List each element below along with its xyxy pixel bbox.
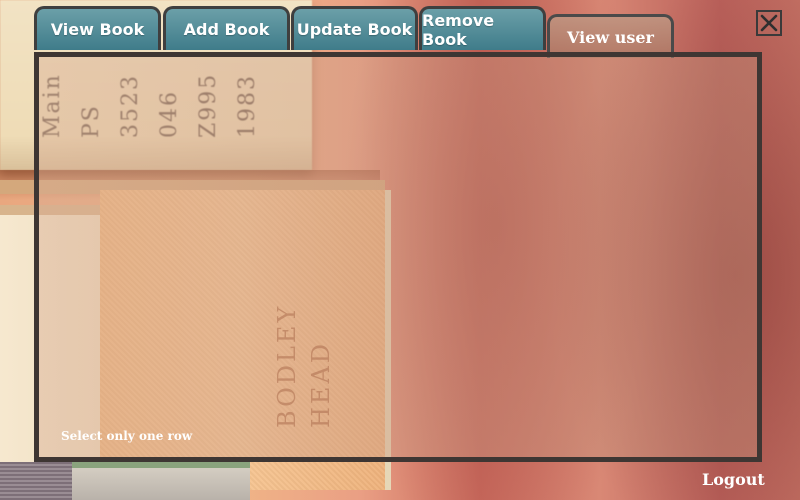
tab-view-book[interactable]: View Book <box>34 6 161 50</box>
tab-label: View user <box>567 28 654 47</box>
tab-label: Add Book <box>183 20 270 39</box>
tab-label: View Book <box>50 20 145 39</box>
close-button[interactable] <box>756 10 782 36</box>
book-bottom-cloth <box>0 462 72 500</box>
content-panel: Select only one row <box>34 52 762 462</box>
panel-overlay <box>39 57 757 457</box>
tab-remove-book[interactable]: Remove Book <box>419 6 546 50</box>
tab-label: Remove Book <box>422 10 495 49</box>
selection-hint: Select only one row <box>61 429 193 443</box>
tab-label: Update Book <box>296 20 413 39</box>
book-bottom-band <box>72 462 250 468</box>
close-icon <box>760 14 778 32</box>
logout-link[interactable]: Logout <box>702 470 765 489</box>
tab-update-book[interactable]: Update Book <box>291 6 418 50</box>
tab-add-book[interactable]: Add Book <box>163 6 290 50</box>
